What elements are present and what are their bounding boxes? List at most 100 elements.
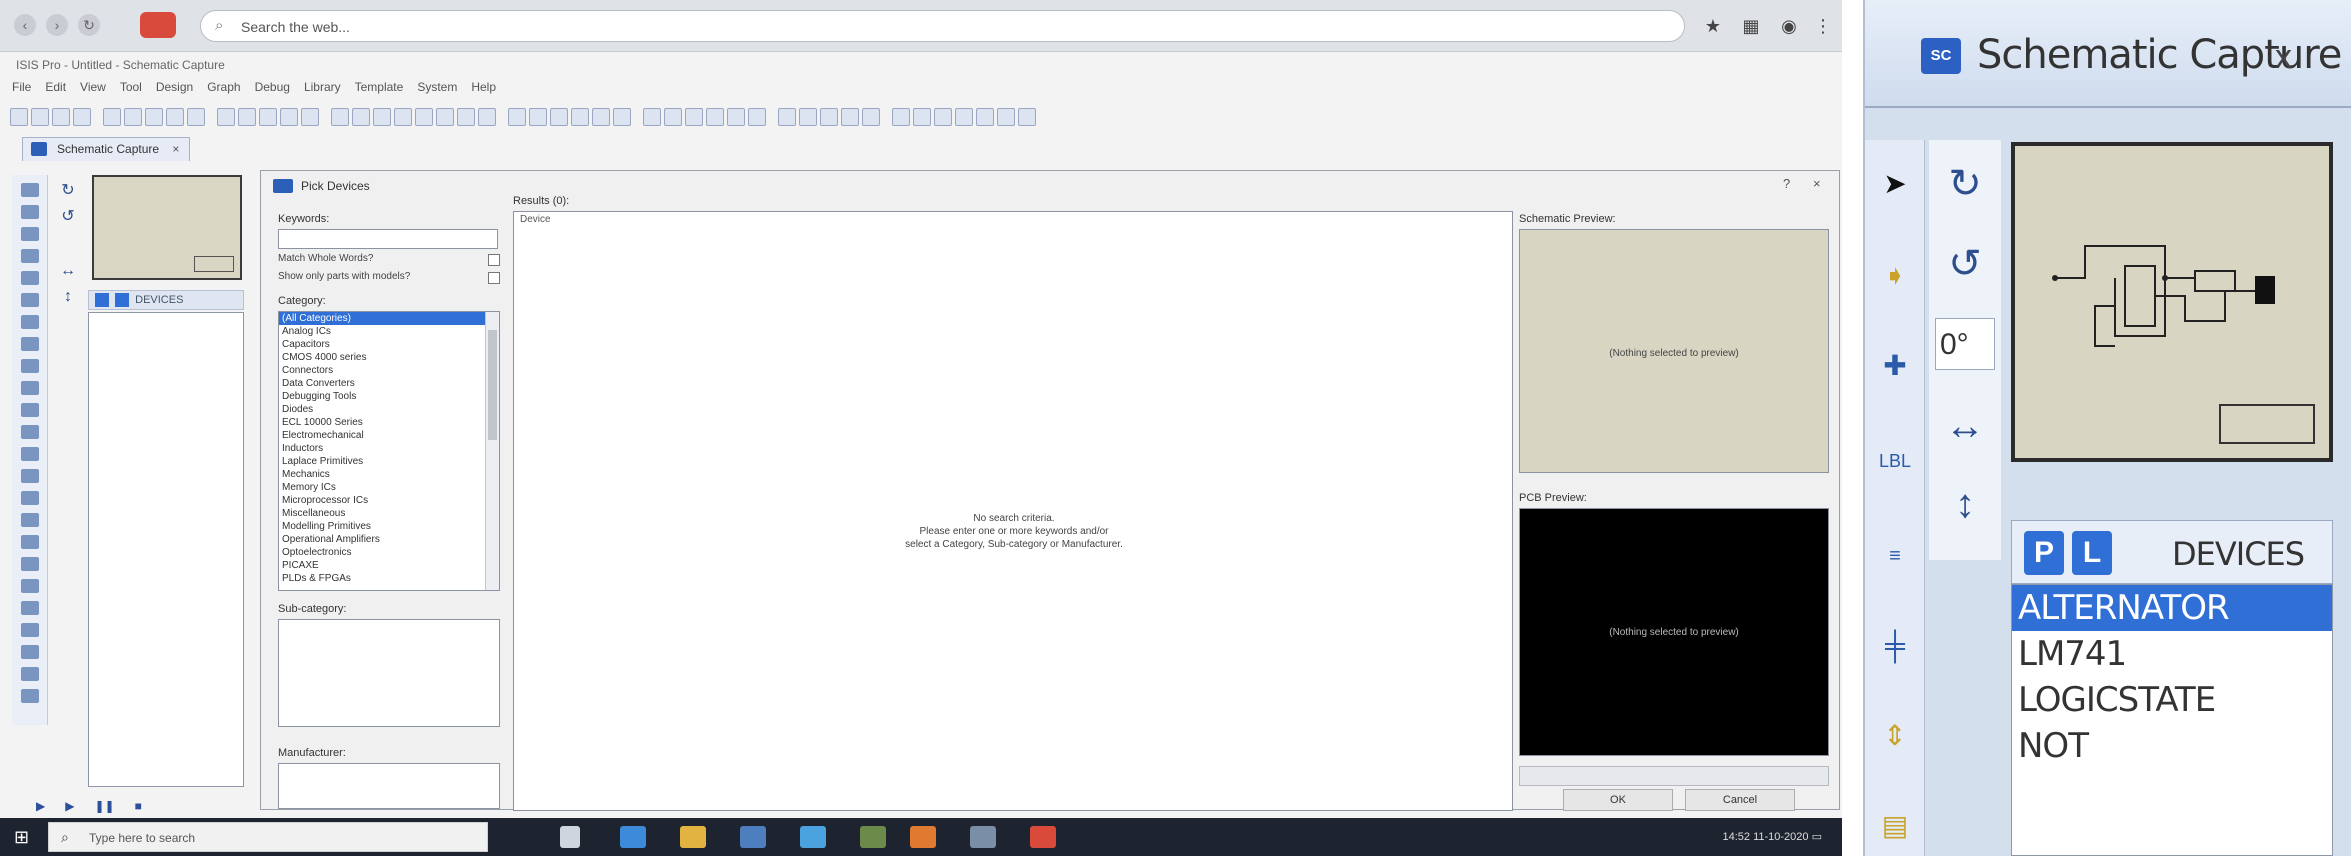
device-item-not[interactable]: NOT xyxy=(2012,723,2332,769)
menu-system[interactable]: System xyxy=(417,80,457,98)
toolbar-button[interactable] xyxy=(643,108,661,126)
category-item[interactable]: Modelling Primitives xyxy=(279,520,499,533)
toolbar-button[interactable] xyxy=(529,108,547,126)
taskbar-search[interactable]: ⌕ Type here to search xyxy=(48,822,488,852)
toolbar-button[interactable] xyxy=(331,108,349,126)
toolbar-button[interactable] xyxy=(841,108,859,126)
mail-icon[interactable] xyxy=(800,826,826,848)
toolbar-button[interactable] xyxy=(508,108,526,126)
toolbar-button[interactable] xyxy=(259,108,277,126)
device-item-logicstate[interactable]: LOGICSTATE xyxy=(2012,677,2332,723)
chrome-icon[interactable] xyxy=(1030,826,1056,848)
terminal-icon[interactable]: ▤ xyxy=(1879,810,1911,842)
line-icon[interactable] xyxy=(21,513,39,527)
toolbar-button[interactable] xyxy=(613,108,631,126)
mirror-vertical-icon[interactable]: ↕ xyxy=(60,289,76,305)
help-icon[interactable]: ? xyxy=(1783,176,1790,191)
menu-help[interactable]: Help xyxy=(471,80,496,98)
menu-file[interactable]: File xyxy=(12,80,31,98)
toolbar-button[interactable] xyxy=(955,108,973,126)
toolbar-button[interactable] xyxy=(778,108,796,126)
category-list[interactable]: (All Categories) Analog ICs Capacitors C… xyxy=(278,311,500,591)
show-only-parts-checkbox[interactable] xyxy=(488,272,500,284)
toolbar-button[interactable] xyxy=(217,108,235,126)
toolbar-button[interactable] xyxy=(238,108,256,126)
forward-icon[interactable]: › xyxy=(46,14,68,36)
toolbar-button[interactable] xyxy=(550,108,568,126)
arc-icon[interactable] xyxy=(21,579,39,593)
toolbar-button[interactable] xyxy=(892,108,910,126)
tape-recorder-icon[interactable] xyxy=(21,403,39,417)
menu-debug[interactable]: Debug xyxy=(255,80,290,98)
menu-design[interactable]: Design xyxy=(156,80,193,98)
device-item-lm741[interactable]: LM741 xyxy=(2012,631,2332,677)
menu-template[interactable]: Template xyxy=(355,80,404,98)
category-item[interactable]: (All Categories) xyxy=(279,312,499,325)
category-item[interactable]: Optoelectronics xyxy=(279,546,499,559)
category-item[interactable]: Connectors xyxy=(279,364,499,377)
category-item[interactable]: Inductors xyxy=(279,442,499,455)
symbol-icon[interactable] xyxy=(21,645,39,659)
rotate-anticlockwise-icon[interactable]: ↺ xyxy=(1941,240,1989,288)
terminal-icon[interactable] xyxy=(21,337,39,351)
category-item[interactable]: Data Converters xyxy=(279,377,499,390)
device-list[interactable] xyxy=(88,312,244,787)
text-icon[interactable] xyxy=(21,623,39,637)
toolbar-button[interactable] xyxy=(145,108,163,126)
subcircuit-icon[interactable]: ⇕ xyxy=(1879,720,1911,752)
close-icon[interactable]: x xyxy=(2275,38,2292,77)
toolbar-button[interactable] xyxy=(706,108,724,126)
category-item[interactable]: Mechanics xyxy=(279,468,499,481)
zoom-area-button[interactable] xyxy=(478,108,496,126)
current-probe-icon[interactable] xyxy=(21,469,39,483)
zoom-out-button[interactable] xyxy=(436,108,454,126)
schematic-capture-tab[interactable]: Schematic Capture × xyxy=(22,137,191,161)
zoom-all-button[interactable] xyxy=(457,108,475,126)
store-icon[interactable] xyxy=(740,826,766,848)
toolbar-button[interactable] xyxy=(1018,108,1036,126)
rotate-anticlockwise-icon[interactable]: ↺ xyxy=(60,209,76,225)
text-script-icon[interactable]: ≡ xyxy=(1879,540,1911,572)
marker-icon[interactable] xyxy=(21,667,39,681)
mirror-horizontal-icon[interactable]: ↔ xyxy=(1941,402,1989,450)
graph-icon[interactable] xyxy=(21,381,39,395)
subcircuit-icon[interactable] xyxy=(21,315,39,329)
zoomed-overview-window[interactable] xyxy=(2011,142,2333,462)
close-icon[interactable]: × xyxy=(1813,176,1821,191)
profile-icon[interactable]: ◉ xyxy=(1776,13,1802,39)
rotation-angle-field[interactable]: 0° xyxy=(1935,318,1995,370)
bus-icon[interactable]: ╪ xyxy=(1879,630,1911,662)
selection-arrow-icon[interactable]: ➤ xyxy=(1879,168,1911,200)
toolbar-button[interactable] xyxy=(664,108,682,126)
menu-edit[interactable]: Edit xyxy=(45,80,66,98)
toolbar-button[interactable] xyxy=(394,108,412,126)
category-scrollbar[interactable] xyxy=(485,312,499,590)
menu-library[interactable]: Library xyxy=(304,80,341,98)
zoomed-device-list[interactable]: ALTERNATOR LM741 LOGICSTATE NOT xyxy=(2011,584,2333,856)
selection-mode-icon[interactable] xyxy=(21,183,39,197)
device-item-alternator[interactable]: ALTERNATOR xyxy=(2012,585,2332,631)
toolbar-button[interactable] xyxy=(280,108,298,126)
category-item[interactable]: PICAXE xyxy=(279,559,499,572)
category-item[interactable]: ECL 10000 Series xyxy=(279,416,499,429)
toolbar-button[interactable] xyxy=(934,108,952,126)
pcb-package-select[interactable] xyxy=(1519,766,1829,786)
toolbar-button[interactable] xyxy=(373,108,391,126)
step-icon[interactable]: ▶ xyxy=(65,799,74,813)
toolbar-button[interactable] xyxy=(31,108,49,126)
extensions-icon[interactable]: ▦ xyxy=(1738,13,1764,39)
toolbar-button[interactable] xyxy=(976,108,994,126)
toolbar-button[interactable] xyxy=(10,108,28,126)
category-item[interactable]: Electromechanical xyxy=(279,429,499,442)
junction-icon[interactable] xyxy=(21,227,39,241)
bus-icon[interactable] xyxy=(21,293,39,307)
origin-icon[interactable] xyxy=(21,689,39,703)
notification-icon[interactable]: ▭ xyxy=(1812,831,1822,843)
isis-app-icon[interactable] xyxy=(970,826,996,848)
back-icon[interactable]: ‹ xyxy=(14,14,36,36)
edge-icon[interactable] xyxy=(620,826,646,848)
toolbar-button[interactable] xyxy=(73,108,91,126)
toolbar-button[interactable] xyxy=(685,108,703,126)
ok-button[interactable]: OK xyxy=(1563,789,1673,811)
results-list[interactable]: Device No search criteria. Please enter … xyxy=(513,211,1513,811)
